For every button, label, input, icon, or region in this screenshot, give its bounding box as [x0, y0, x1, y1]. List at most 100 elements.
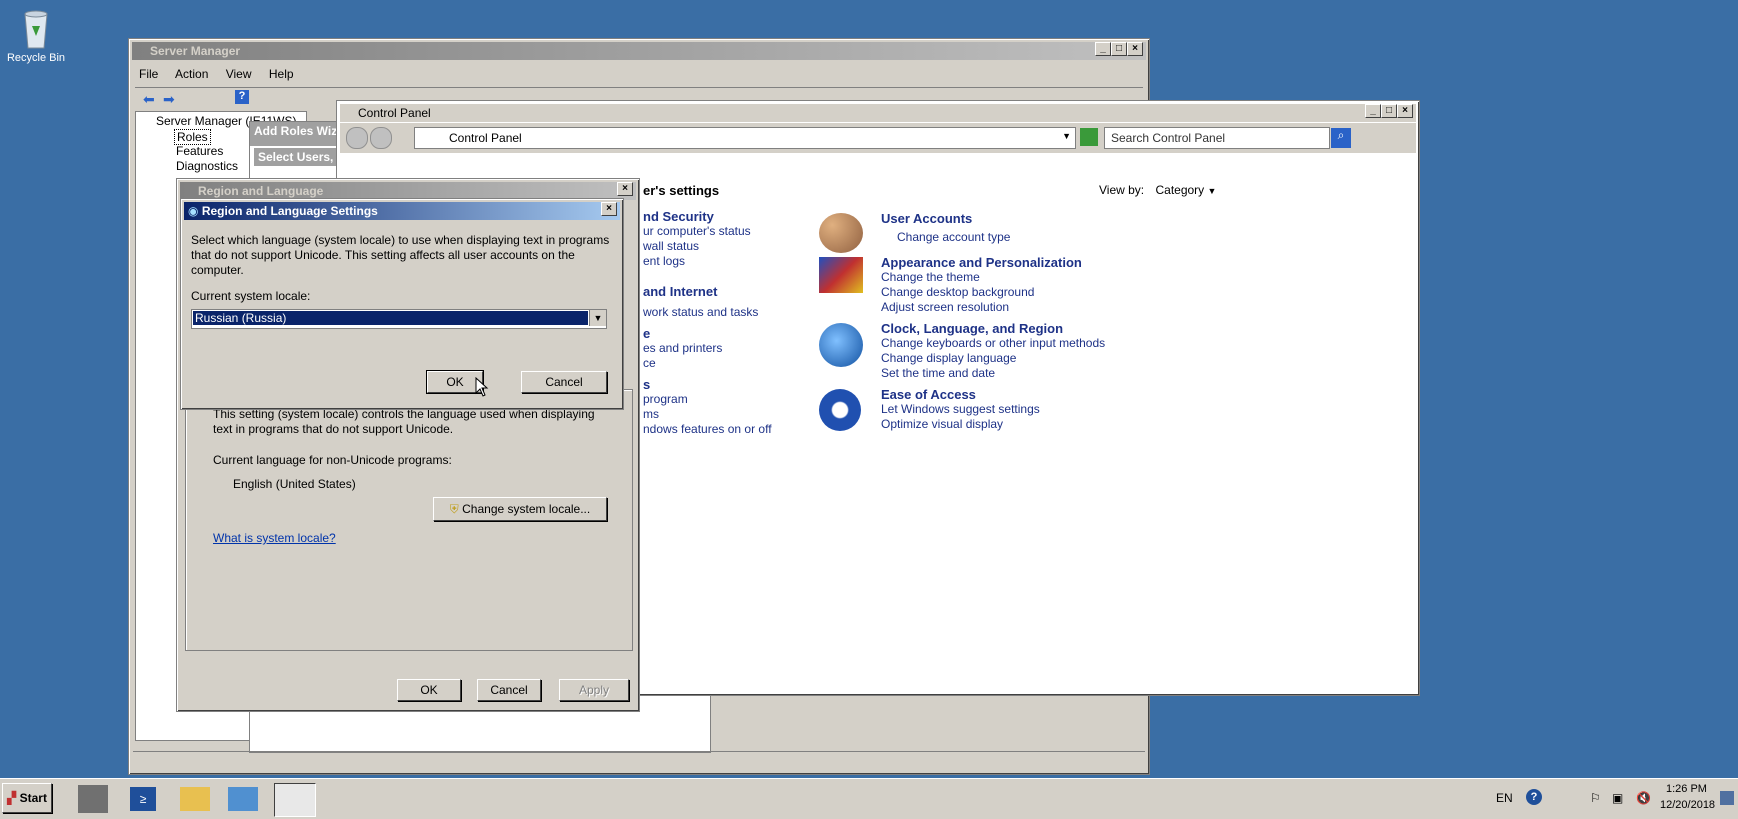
tree-features[interactable]: Features: [176, 144, 223, 158]
settings-dialog-title: Region and Language Settings: [201, 204, 378, 218]
control-panel-titlebar[interactable]: Control Panel: [340, 104, 1416, 122]
menu-file[interactable]: File: [139, 67, 158, 81]
left-item[interactable]: ur computer's status: [643, 224, 772, 239]
left-item[interactable]: ce: [643, 356, 772, 371]
language-indicator[interactable]: EN: [1496, 791, 1513, 805]
clock-time[interactable]: 1:26 PM: [1666, 783, 1707, 795]
category-link[interactable]: Change account type: [881, 230, 1010, 244]
menu-action[interactable]: Action: [175, 67, 208, 81]
control-panel-taskbar-icon[interactable]: [228, 787, 258, 811]
tree-diagnostics[interactable]: Diagnostics: [176, 159, 238, 173]
left-item[interactable]: wall status: [643, 239, 772, 254]
globe-icon: ◉: [188, 204, 199, 218]
left-item[interactable]: work status and tasks: [643, 305, 772, 320]
category-link[interactable]: Let Windows suggest settings: [881, 402, 1040, 417]
cp-minimize-button[interactable]: _: [1365, 104, 1381, 118]
cp-breadcrumb[interactable]: Control Panel: [449, 131, 522, 145]
cp-forward-icon[interactable]: [370, 127, 392, 149]
left-item[interactable]: and Internet: [643, 284, 772, 299]
close-button[interactable]: ×: [1127, 42, 1143, 56]
server-manager-menubar: File Action View Help: [139, 67, 308, 81]
category-link[interactable]: Set the time and date: [881, 366, 1105, 381]
left-item[interactable]: program: [643, 392, 772, 407]
settings-cancel-button[interactable]: Cancel: [521, 371, 607, 393]
start-button[interactable]: ▞ Start: [2, 783, 52, 813]
category-link[interactable]: Change keyboards or other input methods: [881, 336, 1105, 351]
left-item[interactable]: ms: [643, 407, 772, 422]
left-item[interactable]: nd Security: [643, 209, 772, 224]
region-language-settings-dialog[interactable]: ◉ Region and Language Settings × Select …: [180, 198, 624, 410]
settings-dialog-titlebar[interactable]: ◉ Region and Language Settings: [184, 202, 620, 220]
network-icon[interactable]: ▣: [1612, 791, 1623, 805]
cp-breadcrumb-box[interactable]: Control Panel ▼: [414, 127, 1076, 149]
category-link[interactable]: Optimize visual display: [881, 417, 1040, 432]
region-ok-button[interactable]: OK: [397, 679, 461, 701]
volume-icon[interactable]: 🔇: [1636, 791, 1651, 805]
change-system-locale-button[interactable]: ⛨ Change system locale...: [433, 497, 607, 521]
locale-dropdown-icon[interactable]: ▼: [589, 310, 606, 326]
cp-maximize-button[interactable]: □: [1381, 104, 1397, 118]
appearance-icon: [819, 257, 863, 293]
show-desktop-button[interactable]: [1720, 791, 1734, 805]
menu-view[interactable]: View: [226, 67, 252, 81]
cp-heading: er's settings: [643, 183, 720, 198]
cp-dropdown-icon[interactable]: ▼: [1062, 131, 1071, 141]
left-item[interactable]: s: [643, 377, 772, 392]
region-cancel-button[interactable]: Cancel: [477, 679, 541, 701]
left-item[interactable]: es and printers: [643, 341, 772, 356]
ease-of-access-icon: [819, 389, 861, 431]
minimize-button[interactable]: _: [1095, 42, 1111, 56]
help-icon[interactable]: ?: [235, 90, 249, 104]
forward-arrow-icon[interactable]: ➡: [163, 91, 175, 108]
mouse-cursor-icon: [475, 377, 489, 397]
region-taskbar-icon[interactable]: [274, 783, 316, 817]
server-manager-statusbar: [133, 751, 1145, 770]
cp-search-box[interactable]: Search Control Panel ⌕: [1104, 127, 1351, 149]
wizard-step: Select Users,: [254, 148, 338, 166]
category-title[interactable]: User Accounts: [881, 211, 1010, 226]
server-manager-taskbar-icon[interactable]: [78, 785, 108, 813]
tree-roles[interactable]: Roles: [174, 129, 211, 145]
explorer-folder-icon[interactable]: [180, 787, 210, 811]
search-icon[interactable]: ⌕: [1331, 128, 1351, 148]
category-link[interactable]: Adjust screen resolution: [881, 300, 1082, 315]
category-link[interactable]: Change desktop background: [881, 285, 1082, 300]
category-link[interactable]: Change the theme: [881, 270, 1082, 285]
category-title[interactable]: Appearance and Personalization: [881, 255, 1082, 270]
region-apply-button: Apply: [559, 679, 629, 701]
flag-icon[interactable]: ⚐: [1590, 791, 1601, 805]
view-by-value[interactable]: Category: [1155, 183, 1204, 197]
region-dialog-close-button[interactable]: ×: [617, 182, 633, 196]
server-manager-titlebar[interactable]: Server Manager: [132, 42, 1146, 60]
recycle-bin[interactable]: Recycle Bin: [6, 6, 66, 64]
help-tray-icon[interactable]: ?: [1526, 789, 1542, 805]
view-by-dropdown-icon[interactable]: ▼: [1208, 186, 1217, 196]
settings-dialog-close-button[interactable]: ×: [601, 202, 617, 216]
cp-back-icon[interactable]: [346, 127, 368, 149]
cp-refresh-icon[interactable]: [1080, 128, 1098, 146]
left-item[interactable]: ent logs: [643, 254, 772, 269]
cp-close-button[interactable]: ×: [1397, 104, 1413, 118]
category-title[interactable]: Ease of Access: [881, 387, 1040, 402]
locale-select[interactable]: Russian (Russia) ▼: [191, 309, 607, 329]
back-arrow-icon[interactable]: ⬅: [143, 91, 155, 108]
category-title[interactable]: Clock, Language, and Region: [881, 321, 1105, 336]
menu-help[interactable]: Help: [269, 67, 294, 81]
control-panel-title: Control Panel: [358, 106, 431, 120]
what-is-system-locale-link[interactable]: What is system locale?: [213, 531, 336, 545]
left-item[interactable]: e: [643, 326, 772, 341]
maximize-button[interactable]: □: [1111, 42, 1127, 56]
shield-icon: ⛨: [449, 502, 459, 516]
cp-search-input[interactable]: Search Control Panel: [1111, 131, 1225, 145]
clock-date[interactable]: 12/20/2018: [1660, 799, 1715, 811]
cp-left-column: nd Security ur computer's status wall st…: [643, 209, 772, 437]
left-item[interactable]: ndows features on or off: [643, 422, 772, 437]
category-link[interactable]: Change display language: [881, 351, 1105, 366]
change-system-locale-label: Change system locale...: [462, 502, 591, 516]
current-language-label: Current language for non-Unicode program…: [213, 453, 452, 467]
settings-description-3: computer.: [191, 263, 244, 277]
users-icon: [819, 213, 863, 253]
current-language-value: English (United States): [233, 477, 356, 491]
powershell-icon[interactable]: ≥: [130, 787, 156, 811]
start-label: Start: [19, 791, 47, 805]
